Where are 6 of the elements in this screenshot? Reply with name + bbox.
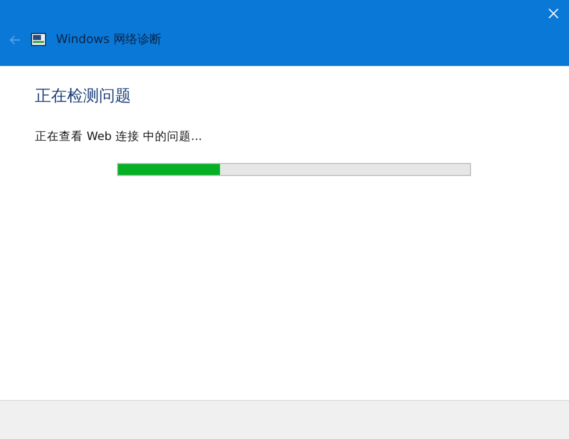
page-heading: 正在检测问题 — [35, 86, 132, 107]
window-title: Windows 网络诊断 — [56, 31, 162, 48]
back-arrow-icon — [9, 34, 21, 44]
network-app-icon — [31, 33, 46, 46]
close-icon — [548, 8, 559, 19]
status-text: 正在查看 Web 连接 中的问题... — [35, 129, 204, 144]
